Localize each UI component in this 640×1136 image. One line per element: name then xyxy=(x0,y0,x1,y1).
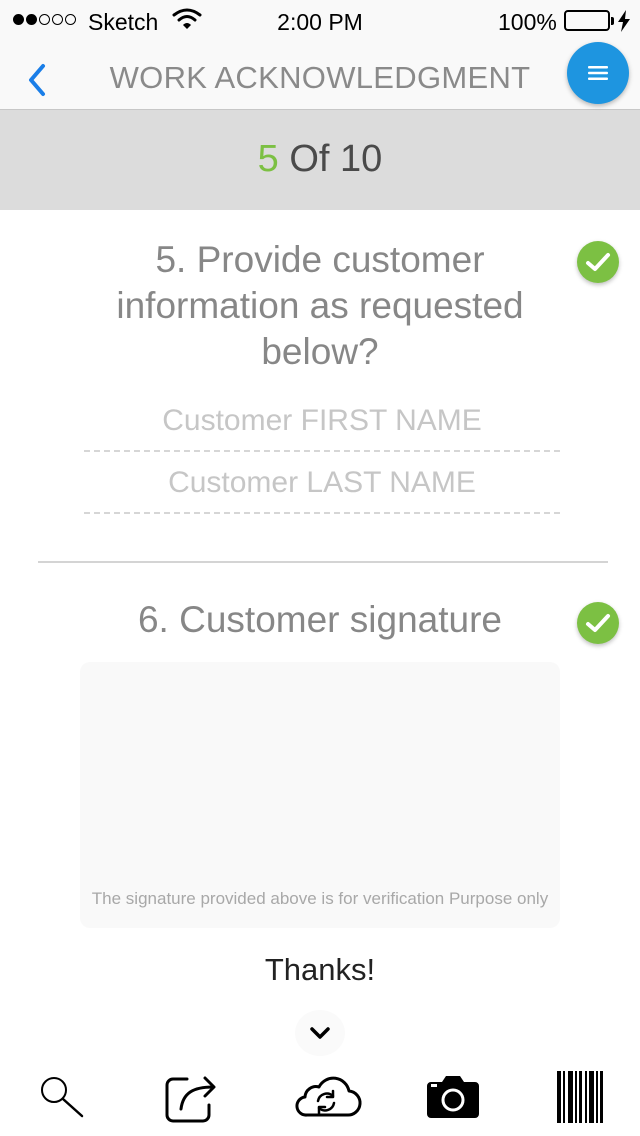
progress-current: 5 xyxy=(257,138,279,180)
hamburger-menu-icon xyxy=(588,66,608,80)
cloud-sync-button[interactable] xyxy=(286,1064,366,1130)
section-divider xyxy=(38,561,608,563)
barcode-icon xyxy=(557,1071,603,1123)
progress-total: 10 xyxy=(340,138,383,180)
customer-last-name-input[interactable] xyxy=(84,454,560,514)
collapse-toggle-button[interactable] xyxy=(295,1010,345,1056)
question-title: 5. Provide customer information as reque… xyxy=(116,239,524,372)
completed-check-icon xyxy=(577,602,619,644)
progress-indicator: 5 Of 10 xyxy=(258,138,383,181)
navigation-bar: WORK ACKNOWLEDGMENT xyxy=(0,40,640,110)
camera-icon xyxy=(427,1076,479,1118)
signature-pad[interactable]: The signature provided above is for veri… xyxy=(80,662,560,928)
search-button[interactable] xyxy=(30,1064,94,1130)
charging-bolt-icon xyxy=(617,10,631,37)
completed-check-icon xyxy=(577,241,619,283)
bottom-toolbar xyxy=(0,1060,640,1136)
share-button[interactable] xyxy=(156,1064,226,1130)
battery-percentage: 100% xyxy=(498,9,557,35)
menu-button[interactable] xyxy=(567,42,629,104)
customer-first-name-input[interactable] xyxy=(84,392,560,452)
work-acknowledgment-screen: Sketch 2:00 PM 100% WORK ACKNOWLEDGMENT xyxy=(0,0,640,1136)
barcode-scan-button[interactable] xyxy=(546,1064,612,1130)
search-icon xyxy=(41,1077,84,1118)
progress-separator: Of xyxy=(278,138,341,180)
question-title: 6. Customer signature xyxy=(137,599,502,640)
chevron-down-icon xyxy=(310,1027,330,1039)
progress-banner: 5 Of 10 xyxy=(0,110,640,210)
status-bar: Sketch 2:00 PM 100% xyxy=(0,0,640,40)
camera-button[interactable] xyxy=(420,1064,486,1130)
signature-disclaimer: The signature provided above is for veri… xyxy=(91,889,549,908)
battery-icon xyxy=(564,10,614,31)
page-title: WORK ACKNOWLEDGMENT xyxy=(109,60,531,95)
thanks-message: Thanks! xyxy=(264,952,376,987)
share-icon xyxy=(165,1076,216,1123)
cloud-sync-icon xyxy=(295,1076,362,1117)
